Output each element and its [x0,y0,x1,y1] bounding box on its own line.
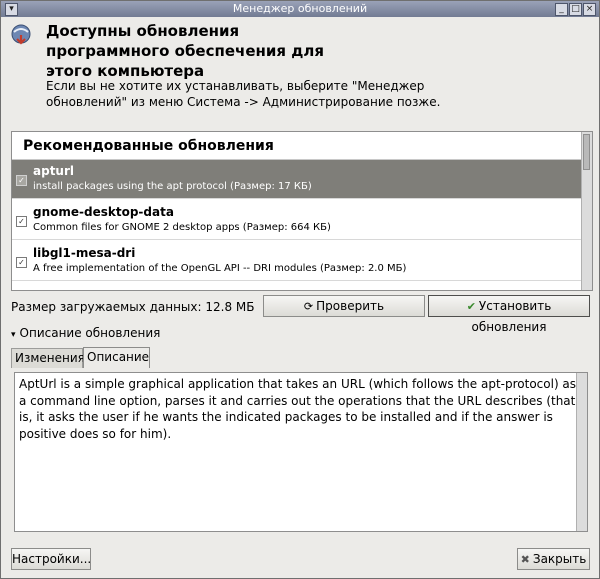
update-row-gnome-desktop-data[interactable]: ✓ gnome-desktop-data Common files for GN… [12,201,581,240]
update-row-libgl1-mesa-dri[interactable]: ✓ libgl1-mesa-dri A free implementation … [12,242,581,281]
tab-description[interactable]: Описание [83,347,150,368]
title-bar[interactable]: ▾ Менеджер обновлений _ □ × [1,1,599,17]
close-window-icon[interactable]: × [583,3,596,16]
update-list[interactable]: Рекомендованные обновления ✓ apturl inst… [11,131,593,291]
package-description: Common files for GNOME 2 desktop apps (Р… [33,222,331,233]
scrollbar-thumb[interactable] [583,134,590,170]
description-scrollbar[interactable] [576,373,587,531]
tab-changes[interactable]: Изменения [11,348,85,368]
close-button[interactable]: ✖ Закрыть [517,548,590,570]
package-name: apturl [33,164,74,178]
check-button-label: Проверить [316,299,385,313]
maximize-icon[interactable]: □ [569,3,582,16]
close-button-label: Закрыть [532,552,587,566]
update-checkbox[interactable]: ✓ [16,257,27,268]
list-scrollbar[interactable] [581,132,592,290]
chevron-down-icon: ▾ [11,330,16,340]
description-text: AptUrl is a simple graphical application… [19,377,577,441]
update-manager-icon [11,24,31,45]
install-button-label: Установить обновления [471,299,552,334]
checkmark-icon: ✔ [466,300,476,313]
expander-label: Описание обновления [19,326,161,340]
update-checkbox[interactable]: ✓ [16,216,27,227]
package-name: libgl1-mesa-dri [33,246,136,260]
minimize-icon[interactable]: _ [555,3,568,16]
update-checkbox[interactable]: ✓ [16,175,27,186]
update-manager-window: ▾ Менеджер обновлений _ □ × Доступны обн… [0,0,600,579]
description-textview[interactable]: AptUrl is a simple graphical application… [14,372,588,532]
settings-button[interactable]: Настройки... [11,548,91,570]
description-expander[interactable]: ▾ Описание обновления [11,326,160,340]
package-description: A free implementation of the OpenGL API … [33,263,407,274]
install-updates-button[interactable]: ✔ Установить обновления [428,295,590,334]
package-name: gnome-desktop-data [33,205,174,219]
update-row-apturl[interactable]: ✓ apturl install packages using the apt … [12,160,581,199]
check-button[interactable]: ⟳ Проверить [263,295,425,317]
download-size-label: Размер загружаемых данных: 12.8 МБ [11,300,255,314]
header-description: Если вы не хотите их устанавливать, выбе… [46,79,441,109]
close-icon: ✖ [520,553,530,566]
refresh-icon: ⟳ [303,300,314,313]
window-title: Менеджер обновлений [232,2,368,15]
header-title: Доступны обновления программного обеспеч… [46,22,324,80]
section-header: Рекомендованные обновления [12,132,581,160]
package-description: install packages using the apt protocol … [33,181,312,192]
